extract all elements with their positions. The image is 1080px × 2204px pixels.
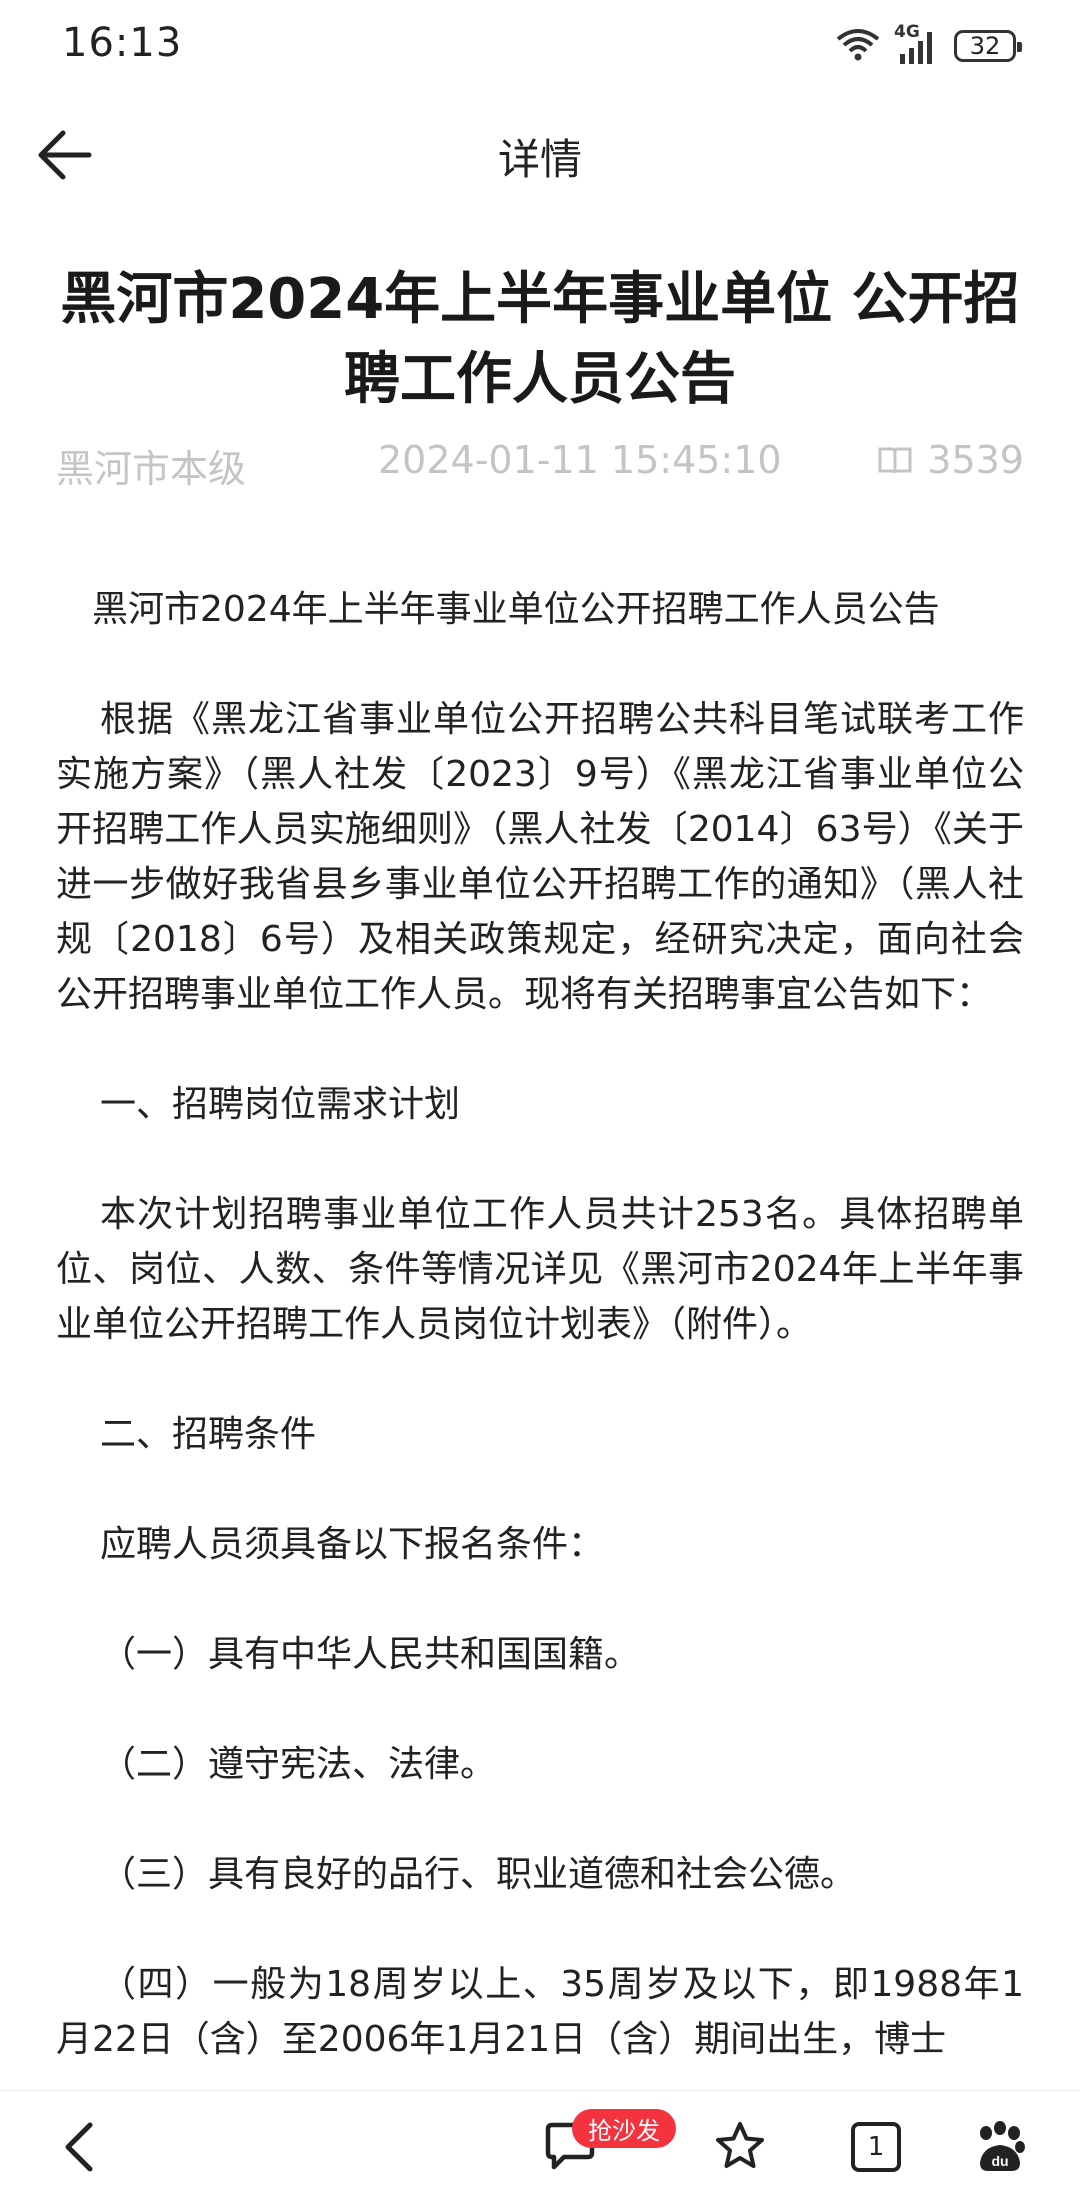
star-icon: [716, 2122, 764, 2168]
list-item: （四）一般为18周岁以上、35周岁及以下，即1988年1月22日（含）至2006…: [56, 1964, 1024, 2060]
article-body: 黑河市2024年上半年事业单位公开招聘工作人员公告 根据《黑龙江省事业单位公开招…: [56, 582, 1024, 2067]
baidu-home-button[interactable]: du: [968, 2115, 1032, 2179]
status-icons: 4G 32: [836, 22, 1022, 68]
wifi-icon: [836, 27, 880, 65]
battery-icon: 32: [954, 30, 1022, 62]
cellular-signal-icon: 4G: [894, 22, 940, 66]
article-title: 黑河市2024年上半年事业单位 公开招聘工作人员公告: [60, 267, 1020, 412]
battery-level: 32: [969, 32, 1001, 60]
article-meta: 黑河市本级 2024-01-11 15:45:10 3539: [56, 438, 1024, 494]
body-heading: 黑河市2024年上半年事业单位公开招聘工作人员公告: [92, 589, 940, 630]
list-item: （二）遵守宪法、法律。: [100, 1744, 497, 1785]
bottom-toolbar: 抢沙发 1 du: [0, 2090, 1080, 2204]
page-title: 详情: [497, 135, 582, 184]
baidu-paw-icon: du: [980, 2121, 1025, 2171]
tab-count: 1: [867, 2132, 885, 2162]
toolbar-back-button[interactable]: [48, 2115, 112, 2179]
article-source[interactable]: 黑河市本级: [56, 438, 246, 493]
favorite-button[interactable]: [708, 2115, 772, 2179]
chevron-left-icon: [65, 2122, 93, 2172]
view-count-value: 3539: [927, 438, 1024, 482]
tabs-button[interactable]: 1: [844, 2115, 908, 2179]
book-icon: [878, 447, 912, 474]
svg-text:du: du: [991, 2153, 1008, 2169]
body-paragraph: 根据《黑龙江省事业单位公开招聘公共科目笔试联考工作实施方案》（黑人社发〔2023…: [56, 699, 1024, 1015]
sofa-badge[interactable]: 抢沙发: [572, 2109, 676, 2148]
nav-header: 详情: [0, 110, 1080, 200]
section-heading: 二、招聘条件: [100, 1414, 317, 1455]
article-publish-time: 2024-01-11 15:45:10: [378, 438, 782, 482]
list-item: （三）具有良好的品行、职业道德和社会公德。: [100, 1854, 857, 1895]
body-paragraph: 本次计划招聘事业单位工作人员共计253名。具体招聘单位、岗位、人数、条件等情况详…: [56, 1194, 1024, 1345]
section-heading: 一、招聘岗位需求计划: [100, 1084, 461, 1125]
status-time: 16:13: [62, 20, 183, 66]
page: 16:13 4G 32 详情 黑河市2024年上半年事业单位 公开招聘工作人员公…: [0, 0, 1080, 2204]
list-item: （一）具有中华人民共和国国籍。: [100, 1634, 641, 1675]
status-bar: 16:13 4G 32: [0, 0, 1080, 92]
view-count: 3539: [877, 438, 1024, 482]
body-paragraph: 应聘人员须具备以下报名条件：: [100, 1524, 605, 1565]
